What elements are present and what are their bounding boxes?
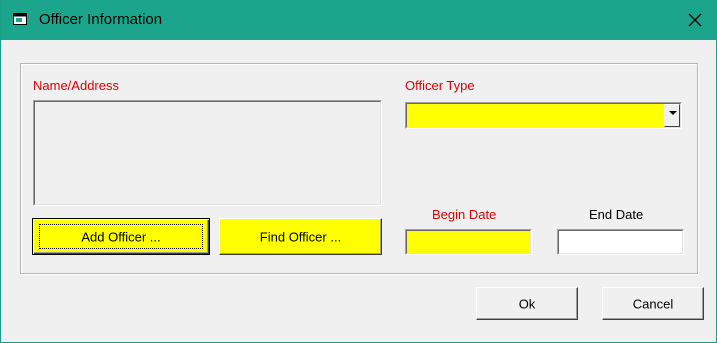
begin-date-field[interactable] (405, 229, 532, 255)
title-bar[interactable]: Officer Information (1, 0, 717, 40)
officer-information-dialog: Officer Information Name/Address Officer… (0, 0, 717, 343)
ok-button[interactable]: Ok (476, 287, 578, 320)
add-officer-button[interactable]: Add Officer ... (32, 218, 210, 255)
officer-type-dropdown-button[interactable] (664, 104, 680, 127)
end-date-label: End Date (589, 207, 644, 222)
add-officer-label: Add Officer ... (81, 229, 161, 244)
officer-type-select[interactable] (405, 102, 682, 129)
close-icon (688, 13, 702, 27)
cancel-label: Cancel (632, 296, 674, 311)
find-officer-label: Find Officer ... (259, 229, 342, 244)
ok-label: Ok (518, 296, 536, 311)
name-address-label: Name/Address (33, 78, 119, 93)
end-date-field[interactable] (557, 229, 684, 255)
window-title: Officer Information (39, 11, 163, 28)
officer-type-label: Officer Type (405, 78, 475, 93)
find-officer-button[interactable]: Find Officer ... (219, 218, 382, 255)
begin-date-label: Begin Date (432, 207, 497, 222)
cancel-button[interactable]: Cancel (602, 287, 704, 320)
window-icon (13, 13, 27, 25)
close-button[interactable] (672, 0, 717, 40)
name-address-box[interactable] (33, 100, 382, 206)
chevron-down-icon (669, 111, 677, 115)
